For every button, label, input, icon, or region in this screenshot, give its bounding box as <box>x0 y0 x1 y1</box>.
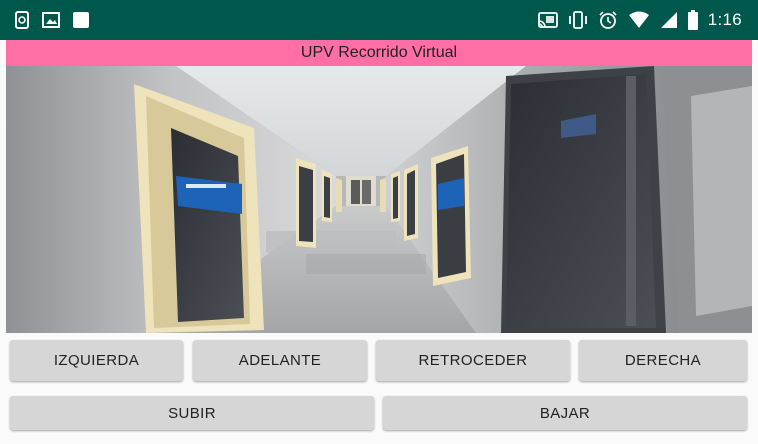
cast-icon <box>537 12 558 28</box>
vibrate-icon <box>568 11 588 29</box>
signal-icon <box>660 11 678 29</box>
alarm-icon <box>598 10 618 30</box>
corridor-image <box>6 66 752 333</box>
screen-rotation-icon <box>14 11 30 29</box>
image-icon <box>42 12 60 28</box>
status-bar: 1:16 <box>0 0 758 40</box>
app-square-icon <box>72 11 90 29</box>
panorama-view[interactable] <box>6 66 752 333</box>
app-title-bar: UPV Recorrido Virtual <box>6 40 752 66</box>
battery-icon <box>687 10 698 30</box>
right-button[interactable]: DERECHA <box>579 340 747 381</box>
status-left-icons <box>14 10 90 30</box>
up-button[interactable]: SUBIR <box>10 396 374 430</box>
app-screen: 1:16 UPV Recorrido Virtual IZQUIERDA ADE… <box>0 0 758 444</box>
left-button[interactable]: IZQUIERDA <box>10 340 183 381</box>
status-time: 1:16 <box>707 10 742 29</box>
app-title: UPV Recorrido Virtual <box>300 44 458 61</box>
down-button[interactable]: BAJAR <box>383 396 747 430</box>
status-right-icons: 1:16 <box>537 8 742 32</box>
back-button[interactable]: RETROCEDER <box>376 340 570 381</box>
forward-button[interactable]: ADELANTE <box>193 340 367 381</box>
wifi-icon <box>628 11 650 29</box>
